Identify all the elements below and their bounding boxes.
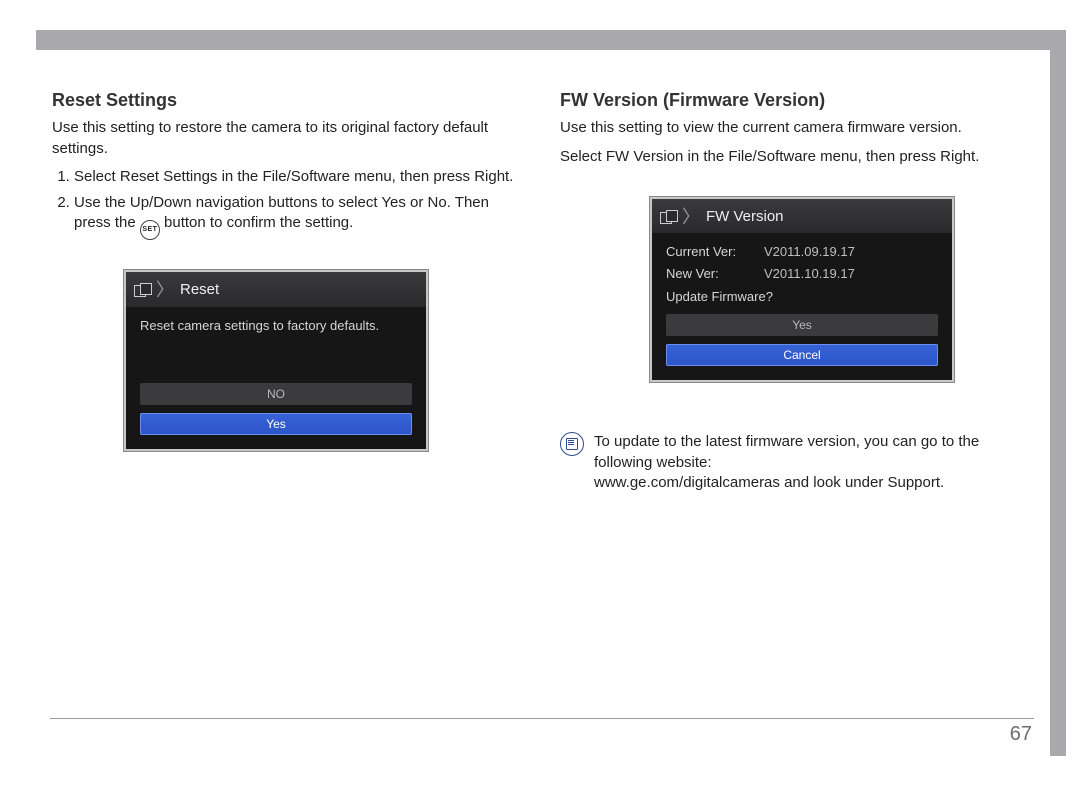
lcd-option-yes[interactable]: Yes [140,413,412,435]
firmware-note: To update to the latest firmware version… [560,432,1032,493]
lcd-fw-cancel[interactable]: Cancel [666,344,938,366]
steps-reset: Select Reset Settings in the File/Softwa… [52,167,524,241]
file-icon [134,283,152,297]
row-new-ver: New Ver: V2011.10.19.17 [666,265,938,283]
lcd-fw-yes[interactable]: Yes [666,314,938,336]
value-new-ver: V2011.10.19.17 [764,265,855,283]
step-1: Select Reset Settings in the File/Softwa… [74,167,524,187]
page-number: 67 [1010,723,1032,746]
step-2: Use the Up/Down navigation buttons to se… [74,193,524,240]
value-current-ver: V2011.09.19.17 [764,243,855,261]
intro-fw: Use this setting to view the current cam… [560,118,1032,138]
prompt-update: Update Firmware? [666,288,938,306]
lcd-option-no[interactable]: NO [140,383,412,405]
footer-rule [50,718,1034,719]
column-right: FW Version (Firmware Version) Use this s… [560,88,1032,493]
column-left: Reset Settings Use this setting to resto… [52,88,524,493]
note-text: To update to the latest firmware version… [594,432,1032,493]
lcd-reset-message: Reset camera settings to factory default… [140,317,412,335]
lcd-reset-header: 〉 Reset [126,272,426,306]
step-2-tail: button to confirm the setting. [160,214,353,231]
label-new-ver: New Ver: [666,265,756,283]
note-icon [560,432,584,456]
chevron-right-icon: 〉 [156,278,174,302]
row-current-ver: Current Ver: V2011.09.19.17 [666,243,938,261]
lcd-fw: 〉 FW Version Current Ver: V2011.09.19.17… [650,197,954,383]
lcd-fw-title: FW Version [706,207,784,227]
instruction-fw: Select FW Version in the File/Software m… [560,147,1032,167]
lcd-fw-body: Current Ver: V2011.09.19.17 New Ver: V20… [652,233,952,380]
note-line1: To update to the latest firmware version… [594,433,979,470]
note-url: www.ge.com/digitalcameras and look under… [594,474,944,491]
lcd-reset-title: Reset [180,280,219,300]
lcd-fw-header: 〉 FW Version [652,199,952,233]
set-button-icon: SET [140,220,160,240]
lcd-reset-body: Reset camera settings to factory default… [126,307,426,449]
intro-reset: Use this setting to restore the camera t… [52,118,524,159]
page-content: Reset Settings Use this setting to resto… [52,88,1034,493]
lcd-reset: 〉 Reset Reset camera settings to factory… [124,270,428,450]
heading-reset: Reset Settings [52,88,524,112]
file-icon [660,210,678,224]
chevron-right-icon: 〉 [682,205,700,229]
heading-fw: FW Version (Firmware Version) [560,88,1032,112]
label-current-ver: Current Ver: [666,243,756,261]
page-frame: Reset Settings Use this setting to resto… [36,30,1066,756]
